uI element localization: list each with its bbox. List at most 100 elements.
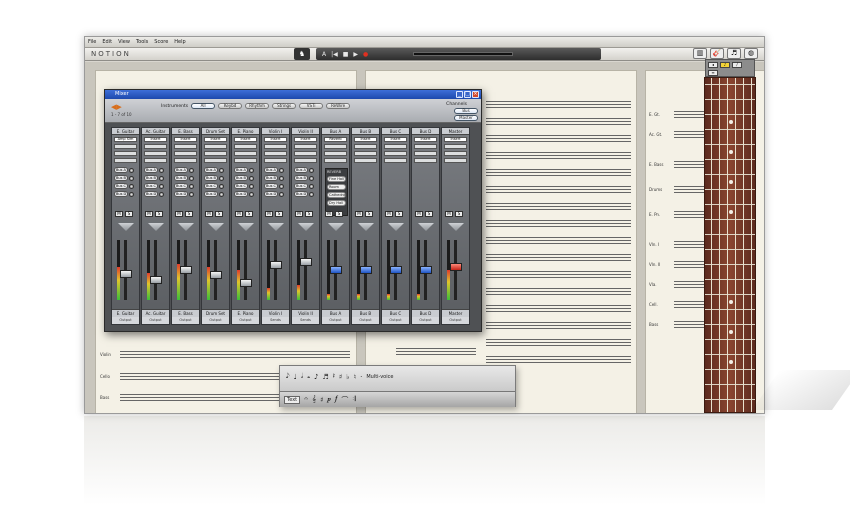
solo-button[interactable]: S: [425, 211, 433, 217]
staff[interactable]: [486, 118, 631, 125]
staff[interactable]: [674, 161, 704, 168]
send-button[interactable]: Bus A: [294, 167, 308, 173]
staff[interactable]: [486, 356, 631, 363]
send-button[interactable]: Bus B: [114, 175, 128, 181]
transport-button-1[interactable]: |◀: [331, 51, 338, 58]
palette-note-tool[interactable]: ♭: [346, 373, 349, 381]
send-knob[interactable]: [129, 183, 134, 189]
insert-slot-empty[interactable]: [414, 144, 437, 149]
insert-slot-empty[interactable]: [114, 158, 137, 163]
output-select[interactable]: Output: [322, 317, 349, 324]
volume-fader[interactable]: [330, 266, 342, 274]
menu-view[interactable]: View: [115, 37, 133, 46]
palette-mark-tool[interactable]: 𝄇: [352, 395, 355, 404]
staff[interactable]: [486, 169, 631, 176]
solo-button[interactable]: S: [275, 211, 283, 217]
staff[interactable]: [486, 305, 631, 312]
insert-slot[interactable]: Insert: [414, 137, 437, 142]
palette-note-tool[interactable]: 𝅗𝅥: [301, 372, 303, 381]
send-knob[interactable]: [159, 183, 164, 189]
send-button[interactable]: Bus D: [264, 191, 279, 197]
mute-button[interactable]: M: [265, 211, 273, 217]
solo-button[interactable]: S: [245, 211, 253, 217]
pan-knob[interactable]: [298, 223, 314, 231]
palette-mark-tool[interactable]: ⌒: [341, 395, 348, 405]
pan-knob[interactable]: [118, 223, 134, 231]
volume-fader[interactable]: [360, 266, 372, 274]
pan-knob[interactable]: [208, 223, 224, 231]
palette-note-tool[interactable]: ♪: [314, 373, 318, 381]
insert-slot-empty[interactable]: [294, 144, 317, 149]
send-knob[interactable]: [128, 167, 134, 173]
staff[interactable]: [486, 135, 631, 142]
palette-note-tool[interactable]: ♯: [339, 373, 342, 381]
insert-slot-empty[interactable]: [384, 144, 407, 149]
solo-button[interactable]: S: [305, 211, 313, 217]
insert-slot[interactable]: Amp Sim: [114, 137, 137, 142]
minimize-button[interactable]: _: [456, 91, 463, 98]
send-button[interactable]: Bus D: [204, 191, 219, 197]
send-knob[interactable]: [248, 167, 254, 173]
send-knob[interactable]: [309, 183, 314, 189]
send-knob[interactable]: [278, 167, 284, 173]
mute-button[interactable]: M: [415, 211, 423, 217]
keyboard-icon[interactable]: ▥: [693, 48, 707, 59]
send-button[interactable]: Bus A: [174, 167, 188, 173]
insert-slot-empty[interactable]: [354, 151, 377, 156]
insert-slot-empty[interactable]: [414, 158, 437, 163]
send-knob[interactable]: [279, 191, 285, 197]
send-knob[interactable]: [158, 167, 164, 173]
solo-button[interactable]: S: [185, 211, 193, 217]
insert-slot-empty[interactable]: [384, 158, 407, 163]
insert-slot-empty[interactable]: [294, 158, 317, 163]
send-button[interactable]: Bus D: [234, 191, 249, 197]
multi-voice-label[interactable]: Multi-voice: [366, 374, 393, 380]
volume-fader[interactable]: [390, 266, 402, 274]
insert-slot-empty[interactable]: [294, 151, 317, 156]
send-knob[interactable]: [249, 183, 254, 189]
pan-knob[interactable]: [388, 223, 404, 231]
transport-button-0[interactable]: A: [322, 51, 326, 58]
drum-icon[interactable]: ◍: [744, 48, 758, 59]
palette-note-tool[interactable]: 𝄽: [333, 372, 335, 381]
insert-slot-empty[interactable]: [264, 158, 287, 163]
mute-button[interactable]: M: [115, 211, 123, 217]
staff[interactable]: [486, 203, 631, 210]
send-button[interactable]: Bus D: [114, 191, 129, 197]
send-button[interactable]: Bus A: [234, 167, 248, 173]
mute-button[interactable]: M: [445, 211, 453, 217]
palette-note-tool[interactable]: ♮: [354, 373, 357, 381]
insert-slot-empty[interactable]: [174, 144, 197, 149]
pan-knob[interactable]: [448, 223, 464, 231]
insert-slot-empty[interactable]: [114, 144, 137, 149]
insert-slot-empty[interactable]: [234, 144, 257, 149]
insert-slot[interactable]: Insert: [384, 137, 407, 142]
guitar-fretboard[interactable]: [704, 77, 756, 413]
send-button[interactable]: Bus D: [294, 191, 309, 197]
send-button[interactable]: Bus C: [294, 183, 308, 189]
send-knob[interactable]: [309, 191, 315, 197]
menu-tools[interactable]: Tools: [133, 37, 151, 46]
staff[interactable]: [674, 301, 704, 308]
solo-button[interactable]: S: [455, 211, 463, 217]
send-button[interactable]: Bus B: [174, 175, 188, 181]
staff[interactable]: [486, 101, 631, 108]
insert-slot-empty[interactable]: [174, 158, 197, 163]
pan-knob[interactable]: [328, 223, 344, 231]
output-select[interactable]: Output: [142, 317, 169, 324]
output-select[interactable]: Sends: [292, 317, 319, 324]
output-select[interactable]: Output: [412, 317, 439, 324]
send-knob[interactable]: [189, 191, 195, 197]
send-knob[interactable]: [189, 183, 194, 189]
guitar-icon[interactable]: 🎸: [710, 48, 724, 59]
insert-slot-empty[interactable]: [174, 151, 197, 156]
send-knob[interactable]: [279, 183, 284, 189]
insert-slot[interactable]: Insert: [294, 137, 317, 142]
send-button[interactable]: Bus C: [204, 183, 218, 189]
send-button[interactable]: Bus B: [144, 175, 158, 181]
send-button[interactable]: Bus C: [114, 183, 128, 189]
insert-slot-empty[interactable]: [264, 151, 287, 156]
send-button[interactable]: Bus C: [234, 183, 248, 189]
staff[interactable]: [120, 351, 350, 358]
send-knob[interactable]: [128, 175, 134, 181]
